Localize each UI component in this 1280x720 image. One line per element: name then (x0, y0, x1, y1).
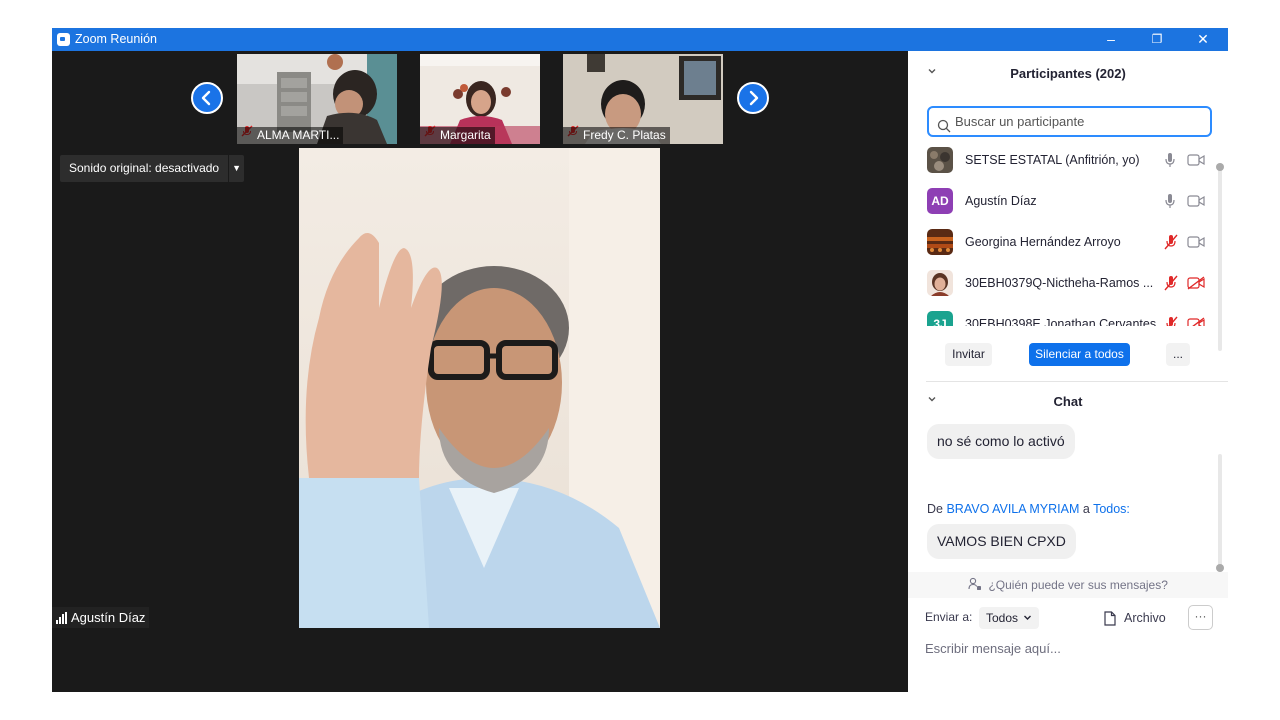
recipient-name[interactable]: Todos: (1093, 502, 1130, 516)
participant-name: Georgina Hernández Arroyo (965, 235, 1121, 249)
chat-message: VAMOS BIEN CPXD (927, 524, 1076, 559)
signal-strength-icon (56, 611, 67, 624)
participants-header[interactable]: Participantes (202) (908, 60, 1228, 88)
participant-row[interactable]: 30EBH0379Q-Nictheha-Ramos ... (908, 263, 1214, 304)
file-button[interactable]: Archivo (1104, 607, 1166, 629)
participant-name: Agustín Díaz (965, 194, 1037, 208)
participant-name: SETSE ESTATAL (Anfitrión, yo) (965, 153, 1140, 167)
zoom-window: Zoom Reunión – ❐ ✕ ALMA MARTI... Margari… (52, 28, 1228, 692)
recipient-prefix: a (1082, 502, 1090, 516)
send-to-label: Enviar a: (925, 610, 973, 624)
who-can-see-text: ¿Quién puede ver sus mensajes? (988, 578, 1168, 592)
gallery-next-button[interactable] (737, 82, 769, 114)
sender-name[interactable]: BRAVO AVILA MYRIAM (946, 502, 1079, 516)
title-bar: Zoom Reunión – ❐ ✕ (52, 28, 1228, 51)
mute-all-button[interactable]: Silenciar a todos (1029, 343, 1130, 366)
chat-header[interactable]: Chat (908, 388, 1228, 416)
speaker-video-frame (299, 148, 660, 628)
close-button[interactable]: ✕ (1180, 28, 1226, 51)
restore-button[interactable]: ❐ (1134, 28, 1180, 51)
minimize-button[interactable]: – (1088, 28, 1134, 51)
recipient-dropdown[interactable]: Todos (979, 607, 1040, 629)
chevron-down-icon (1024, 615, 1032, 620)
participant-name: ALMA MARTI... (237, 127, 344, 144)
chat-sender-line: De BRAVO AVILA MYRIAM a Todos: (927, 502, 1130, 516)
camera-icon[interactable] (1187, 194, 1205, 212)
participant-avatar: AD (927, 188, 953, 214)
window-title: Zoom Reunión (75, 32, 157, 46)
mic-icon[interactable] (1164, 152, 1176, 173)
search-icon (937, 115, 951, 142)
participant-avatar: 3J (927, 311, 953, 326)
participant-row[interactable]: 3J 30EBH0398E Jonathan Cervantes (908, 304, 1214, 326)
gallery-thumbnail[interactable]: Margarita (420, 54, 540, 144)
participant-avatar (927, 147, 953, 173)
muted-mic-icon[interactable] (1164, 234, 1178, 255)
gallery-prev-button[interactable] (191, 82, 223, 114)
active-speaker-label: Agustín Díaz (52, 607, 150, 628)
gallery-thumbnail[interactable]: ALMA MARTI... (237, 54, 397, 144)
chat-scrollbar[interactable] (1218, 454, 1222, 569)
caret-down-icon[interactable]: ▼ (228, 155, 244, 182)
gallery-thumbnail[interactable]: Fredy C. Platas (563, 54, 723, 144)
chat-message: no sé como lo activó (927, 424, 1075, 459)
invite-button[interactable]: Invitar (945, 343, 992, 366)
file-icon (1104, 610, 1116, 626)
participant-avatar (927, 270, 953, 296)
chat-title: Chat (1053, 394, 1083, 409)
active-speaker-name: Agustín Díaz (71, 610, 146, 625)
participant-row[interactable]: SETSE ESTATAL (Anfitrión, yo) (908, 140, 1214, 181)
mic-icon[interactable] (1164, 193, 1176, 214)
participants-title: Participantes (202) (1010, 66, 1126, 81)
camera-icon[interactable] (1187, 153, 1205, 171)
side-panel: Participantes (202) Buscar un participan… (908, 51, 1228, 692)
participants-scrollbar[interactable] (1218, 167, 1222, 351)
chevron-left-icon (201, 90, 211, 106)
chat-message-input[interactable] (925, 638, 1215, 658)
scroll-up-handle[interactable] (1216, 163, 1224, 171)
camera-icon[interactable] (1187, 235, 1205, 253)
file-label: Archivo (1124, 611, 1166, 625)
participant-name: 30EBH0379Q-Nictheha-Ramos ... (965, 276, 1154, 290)
participant-row[interactable]: AD Agustín Díaz (908, 181, 1214, 222)
participant-avatar (927, 229, 953, 255)
participant-name: Fredy C. Platas (563, 127, 670, 144)
participant-name: Margarita (420, 127, 495, 144)
participant-search-input[interactable]: Buscar un participante (927, 106, 1212, 137)
video-area: ALMA MARTI... Margarita Fredy C. Platas … (52, 51, 908, 692)
chevron-down-icon[interactable] (926, 60, 938, 88)
section-divider (926, 381, 1228, 382)
person-lock-icon (968, 577, 982, 590)
muted-mic-icon[interactable] (1164, 275, 1178, 296)
muted-mic-icon[interactable] (1164, 316, 1178, 326)
scroll-down-handle[interactable] (1216, 564, 1224, 572)
chat-more-button[interactable]: ··· (1188, 605, 1213, 630)
camera-off-icon[interactable] (1187, 317, 1205, 326)
participant-row[interactable]: Georgina Hernández Arroyo (908, 222, 1214, 263)
zoom-logo-icon (57, 33, 70, 46)
chevron-down-icon[interactable] (926, 388, 938, 416)
camera-off-icon[interactable] (1187, 276, 1205, 295)
original-sound-label: Sonido original: desactivado (69, 161, 220, 175)
sender-prefix: De (927, 502, 943, 516)
search-placeholder: Buscar un participante (955, 114, 1085, 129)
recipient-value: Todos (986, 611, 1019, 625)
chevron-right-icon (749, 90, 759, 106)
active-speaker-video (299, 148, 660, 628)
who-can-see-link[interactable]: ¿Quién puede ver sus mensajes? (908, 572, 1228, 598)
participant-name: 30EBH0398E Jonathan Cervantes (965, 317, 1157, 326)
participants-list: SETSE ESTATAL (Anfitrión, yo) AD Agustín… (908, 140, 1214, 326)
participants-more-button[interactable]: ... (1166, 343, 1190, 366)
original-sound-toggle[interactable]: Sonido original: desactivado ▼ (60, 155, 245, 182)
